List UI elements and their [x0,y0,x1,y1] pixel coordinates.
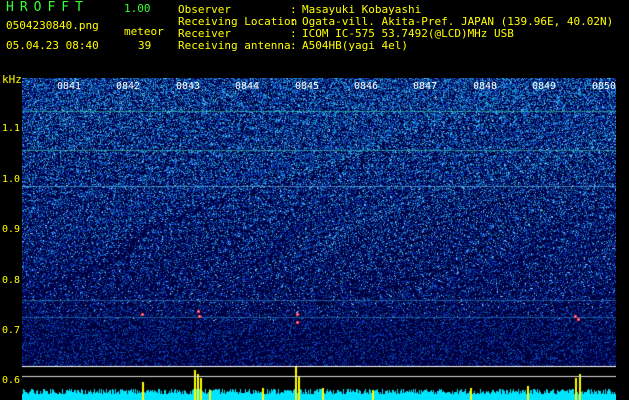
y-tick-label: 0.8 [2,275,21,286]
time-tick-label: 0848 [473,81,498,92]
y-axis-unit: kHz [2,73,22,86]
app-version: 1.00 [124,2,151,15]
y-tick-label: 1.1 [2,123,21,134]
time-tick-label: 0841 [57,81,82,92]
timestamp: 05.04.23 08:40 [6,39,99,52]
time-tick-label: 0842 [116,81,141,92]
time-tick-label: 0844 [235,81,260,92]
info-separator: : [290,39,297,52]
y-tick-label: 0.9 [2,224,21,235]
meteor-count-value: 39 [138,39,152,52]
info-value: A504HB(yagi 4el) [302,39,408,52]
time-tick-label: 0849 [532,81,557,92]
y-tick-label: 1.0 [2,174,21,185]
y-tick-label: 0.6 [2,375,21,386]
time-tick-label: 0846 [354,81,379,92]
time-tick-label: 0845 [295,81,320,92]
meteor-count-label: meteor [124,25,164,38]
file-name: 0504230840.png [6,19,99,32]
app-title: HROFFT [6,0,89,15]
spectrogram-canvas [22,78,616,400]
info-key: Receiving antenna [178,39,291,52]
time-tick-label: 0847 [413,81,438,92]
time-tick-label: 0850 [592,81,617,92]
time-tick-label: 0843 [176,81,201,92]
y-tick-label: 0.7 [2,325,21,336]
